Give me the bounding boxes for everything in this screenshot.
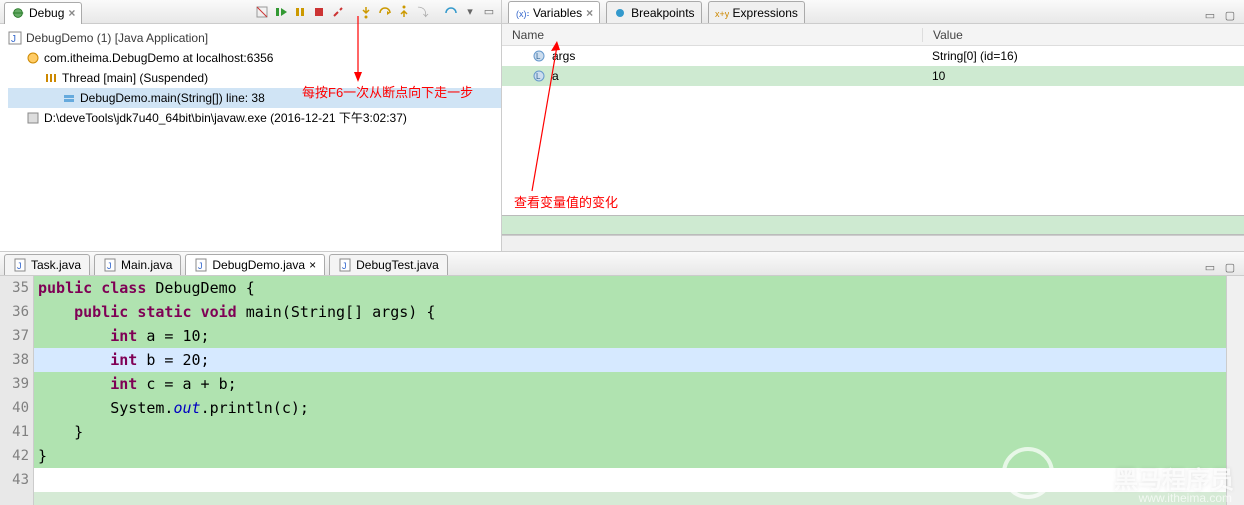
tab-expressions[interactable]: x+y Expressions — [708, 1, 805, 23]
suspend-icon[interactable] — [292, 4, 308, 20]
code-editor[interactable]: 353637383940414243 public class DebugDem… — [0, 276, 1244, 505]
scrollbar[interactable] — [1226, 276, 1244, 505]
scrollbar[interactable] — [502, 235, 1244, 251]
annotation-look: 查看变量值的变化 — [514, 192, 618, 211]
process-node[interactable]: D:\deveTools\jdk7u40_64bit\bin\javaw.exe… — [8, 108, 501, 128]
debug-tab-label: Debug — [29, 6, 64, 20]
variables-view: (x)= Variables × Breakpoints x+y Express… — [502, 0, 1244, 251]
thread-node[interactable]: Thread [main] (Suspended) — [8, 68, 501, 88]
variables-tabs: (x)= Variables × Breakpoints x+y Express… — [502, 0, 1244, 24]
variable-row[interactable]: Largs String[0] (id=16) — [502, 46, 1244, 66]
close-icon[interactable]: × — [309, 258, 316, 272]
editor-area: JTask.java JMain.java JDebugDemo.java× J… — [0, 252, 1244, 505]
view-menu-icon[interactable]: ▭ — [1202, 7, 1218, 23]
editor-tab-debugdemo[interactable]: JDebugDemo.java× — [185, 254, 325, 275]
editor-tab-debugtest[interactable]: JDebugTest.java — [329, 254, 448, 275]
local-var-icon: L — [532, 69, 546, 83]
java-file-icon: J — [338, 258, 352, 272]
close-icon[interactable]: × — [68, 6, 75, 20]
variables-header: Name Value — [502, 24, 1244, 46]
variable-detail-pane[interactable] — [502, 215, 1244, 235]
breakpoint-icon — [613, 6, 627, 20]
svg-text:J: J — [342, 261, 347, 271]
maximize-icon[interactable]: ▢ — [1222, 7, 1238, 23]
editor-tab-main[interactable]: JMain.java — [94, 254, 181, 275]
debug-view: Debug × ⤵ ▾ ▭ J — [0, 0, 502, 251]
disconnect-icon[interactable] — [330, 4, 346, 20]
terminate-icon[interactable] — [311, 4, 327, 20]
step-return-icon[interactable] — [396, 4, 412, 20]
resume-icon[interactable] — [273, 4, 289, 20]
variable-row[interactable]: La 10 — [502, 66, 1244, 86]
menu-icon[interactable]: ▾ — [462, 4, 478, 20]
java-file-icon: J — [103, 258, 117, 272]
debug-tab[interactable]: Debug × — [4, 2, 82, 24]
step-over-icon[interactable] — [377, 4, 393, 20]
svg-text:L: L — [536, 52, 541, 61]
launch-config-node[interactable]: J DebugDemo (1) [Java Application] — [8, 28, 501, 48]
drop-frame-icon[interactable]: ⤵ — [415, 4, 431, 20]
tab-breakpoints[interactable]: Breakpoints — [606, 1, 701, 23]
svg-text:x+y: x+y — [715, 9, 729, 19]
stack-frame-node[interactable]: DebugDemo.main(String[]) line: 38 — [8, 88, 501, 108]
svg-text:L: L — [536, 72, 541, 81]
process-icon — [26, 111, 40, 125]
maximize-icon[interactable]: ▢ — [1222, 259, 1238, 275]
debug-target-icon — [26, 51, 40, 65]
col-value[interactable]: Value — [922, 28, 1244, 42]
debug-header: Debug × ⤵ ▾ ▭ — [0, 0, 501, 24]
svg-text:J: J — [107, 261, 112, 271]
tab-variables[interactable]: (x)= Variables × — [508, 1, 600, 23]
step-into-icon[interactable] — [358, 4, 374, 20]
bug-icon — [11, 6, 25, 20]
minimize-icon[interactable]: ▭ — [1202, 259, 1218, 275]
expressions-icon: x+y — [715, 6, 729, 20]
svg-text:J: J — [11, 34, 16, 45]
remove-terminated-icon[interactable] — [254, 4, 270, 20]
debug-toolbar: ⤵ ▾ ▭ — [254, 4, 497, 20]
editor-tabs: JTask.java JMain.java JDebugDemo.java× J… — [0, 252, 1244, 276]
java-file-icon: J — [13, 258, 27, 272]
close-icon[interactable]: × — [586, 6, 593, 20]
col-name[interactable]: Name — [502, 28, 922, 42]
svg-text:(x)=: (x)= — [516, 9, 529, 19]
line-gutter: 353637383940414243 — [0, 276, 34, 505]
watermark-logo — [1002, 447, 1054, 499]
stack-frame-icon — [62, 91, 76, 105]
java-app-icon: J — [8, 31, 22, 45]
debug-target-node[interactable]: com.itheima.DebugDemo at localhost:6356 — [8, 48, 501, 68]
use-step-filters-icon[interactable] — [443, 4, 459, 20]
thread-icon — [44, 71, 58, 85]
svg-text:J: J — [198, 261, 203, 271]
watermark-url: www.itheima.com — [1139, 491, 1232, 505]
variables-icon: (x)= — [515, 6, 529, 20]
java-file-icon: J — [194, 258, 208, 272]
debug-tree[interactable]: J DebugDemo (1) [Java Application] com.i… — [0, 24, 501, 251]
variables-body[interactable]: Largs String[0] (id=16) La 10 查看变量值的变化 — [502, 46, 1244, 155]
svg-text:J: J — [17, 261, 22, 271]
minimize-icon[interactable]: ▭ — [481, 4, 497, 20]
editor-tab-task[interactable]: JTask.java — [4, 254, 90, 275]
local-var-icon: L — [532, 49, 546, 63]
